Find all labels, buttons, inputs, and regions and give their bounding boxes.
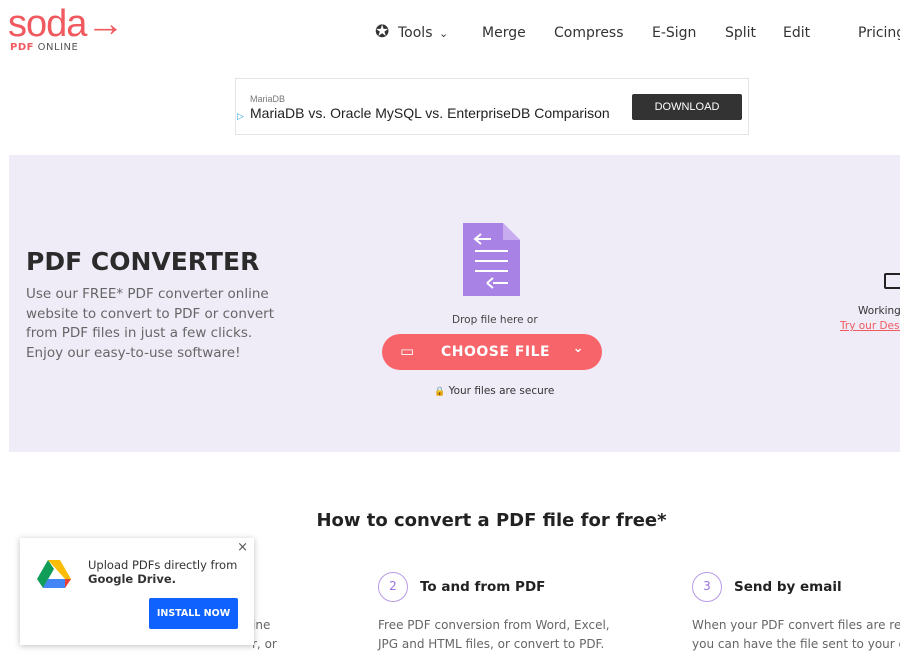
install-now-button[interactable]: INSTALL NOW <box>149 598 238 629</box>
nav-compress[interactable]: Compress <box>554 25 624 41</box>
choose-file-label: CHOOSE FILE <box>441 344 551 360</box>
brand-sub-bold: PDF <box>10 42 34 53</box>
step-line1: When your PDF convert files are ready <box>692 618 900 632</box>
google-drive-icon <box>37 560 71 588</box>
step-line1: Free PDF conversion from Word, Excel, <box>378 618 610 632</box>
popup-line1: Upload PDFs directly from <box>88 558 238 572</box>
ad-banner[interactable]: ▷ MariaDB MariaDB vs. Oracle MySQL vs. E… <box>235 78 749 135</box>
brand-sub: ONLINE <box>37 42 79 53</box>
step-line2: JPG and HTML files, or convert to PDF. <box>378 637 605 651</box>
secure-text: Your files are secure <box>448 385 555 397</box>
ad-download-button[interactable]: DOWNLOAD <box>632 94 742 120</box>
monitor-icon: ▭ <box>400 342 415 360</box>
nav-esign[interactable]: E-Sign <box>652 25 696 41</box>
nav-tools[interactable]: Tools <box>398 25 433 41</box>
step-number: 2 <box>378 572 408 602</box>
popup-line2: Google Drive. <box>88 572 177 586</box>
secure-note: 🔒 Your files are secure <box>434 385 554 397</box>
chevron-down-icon[interactable]: ⌄ <box>573 341 584 356</box>
ad-title[interactable]: MariaDB vs. Oracle MySQL vs. EnterpriseD… <box>250 105 610 121</box>
desktop-promo-link[interactable]: Try our Desktop <box>840 320 900 332</box>
lock-icon: 🔒 <box>434 387 446 397</box>
drop-hint: Drop file here or <box>452 314 538 326</box>
hero-section: PDF CONVERTER Use our FREE* PDF converte… <box>9 155 900 452</box>
soda-logo[interactable]: soda→ PDF ONLINE <box>8 3 124 53</box>
ad-choices-icon[interactable]: ▷ <box>237 111 244 122</box>
file-convert-icon <box>463 223 520 296</box>
brand-name: soda <box>8 3 87 45</box>
google-drive-popup: × Upload PDFs directly from Google Drive.… <box>20 538 254 645</box>
page-title: PDF CONVERTER <box>26 247 260 276</box>
star-icon: ✪ <box>375 22 390 42</box>
hero-description: Use our FREE* PDF converter online websi… <box>26 286 275 361</box>
step-line2: you can have the file sent to your email <box>692 637 900 651</box>
desktop-icon <box>884 273 900 289</box>
nav-edit[interactable]: Edit <box>783 25 810 41</box>
arrow-icon: → <box>86 3 124 45</box>
nav-merge[interactable]: Merge <box>482 25 526 41</box>
nav-pricing[interactable]: Pricing <box>858 25 900 41</box>
ad-source: MariaDB <box>250 94 286 104</box>
nav-split[interactable]: Split <box>725 25 756 41</box>
step-number: 3 <box>692 572 722 602</box>
step-title: To and from PDF <box>420 579 546 595</box>
choose-file-button[interactable]: ▭ CHOOSE FILE ⌄ <box>382 334 602 370</box>
chevron-down-icon[interactable]: ⌄ <box>439 27 448 40</box>
step-title: Send by email <box>734 579 842 595</box>
how-to-title: How to convert a PDF file for free* <box>316 510 667 531</box>
desktop-promo-text: Working <box>858 305 900 317</box>
close-icon[interactable]: × <box>237 540 248 555</box>
